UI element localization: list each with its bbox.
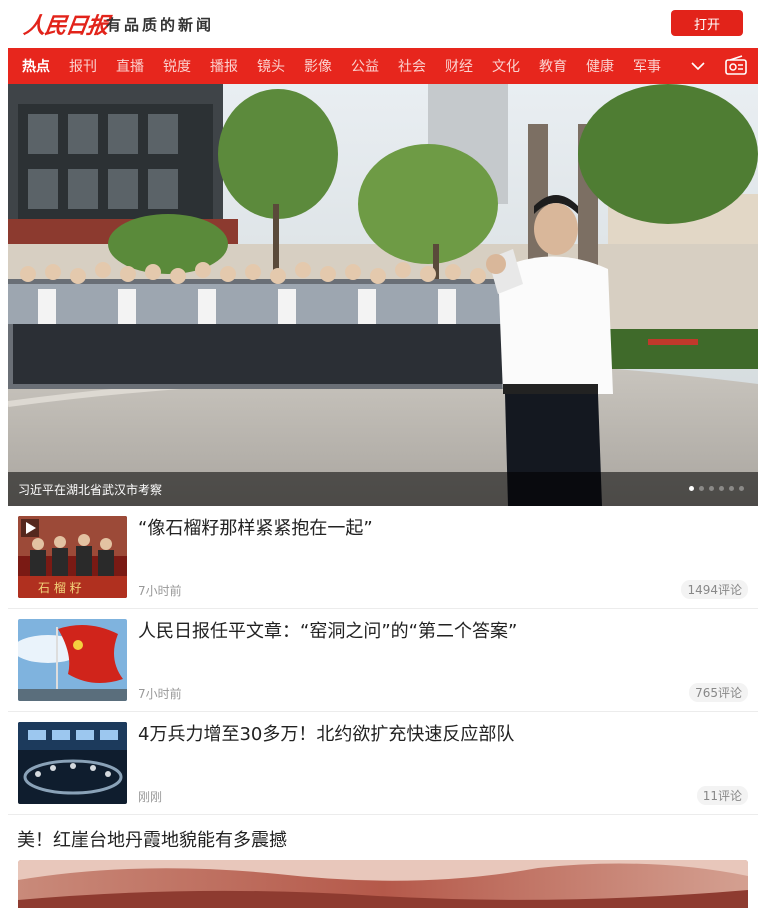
tab-hot[interactable]: 热点 (22, 56, 50, 76)
news-time: 7小时前 (138, 687, 182, 701)
tab-military[interactable]: 军事 (633, 56, 661, 76)
carousel-dot[interactable] (729, 486, 734, 491)
tab-sharp[interactable]: 锐度 (163, 56, 191, 76)
hero-caption: 习近平在湖北省武汉市考察 (18, 483, 163, 497)
carousel-dot[interactable] (699, 486, 704, 491)
comment-count[interactable]: 1494评论 (681, 580, 748, 599)
tab-finance[interactable]: 财经 (445, 56, 473, 76)
news-time: 刚刚 (138, 790, 163, 804)
carousel-dot[interactable] (719, 486, 724, 491)
chevron-down-icon[interactable] (688, 56, 708, 76)
radio-icon[interactable] (724, 55, 748, 77)
carousel-dot[interactable] (739, 486, 744, 491)
news-item[interactable]: 石 榴 籽 “像石榴籽那样紧紧抱在一起” 7小时前 1494评论 (8, 506, 758, 609)
featured-title[interactable]: 美！红崖台地丹霞地貌能有多震撼 (17, 826, 287, 852)
news-item[interactable]: 4万兵力增至30多万！北约欲扩充快速反应部队 刚刚 11评论 (8, 712, 758, 815)
channel-nav: 热点 报刊 直播 锐度 播报 镜头 影像 公益 社会 财经 文化 教育 健康 军… (8, 48, 758, 84)
tab-newspaper[interactable]: 报刊 (69, 56, 97, 76)
app-logo[interactable]: 人民日报 (21, 9, 110, 39)
comment-count[interactable]: 765评论 (689, 683, 748, 702)
tab-broadcast[interactable]: 播报 (210, 56, 238, 76)
top-header: 人民日报 有品质的新闻 打开 (0, 0, 768, 48)
hero-caption-bar: 习近平在湖北省武汉市考察 (8, 472, 758, 506)
tab-image[interactable]: 影像 (304, 56, 332, 76)
tab-lens[interactable]: 镜头 (257, 56, 285, 76)
tab-education[interactable]: 教育 (539, 56, 567, 76)
news-title[interactable]: “像石榴籽那样紧紧抱在一起” (138, 516, 373, 542)
carousel-dots (689, 486, 744, 491)
tab-culture[interactable]: 文化 (492, 56, 520, 76)
logo-text: 人民日报 (21, 13, 110, 39)
tab-society[interactable]: 社会 (398, 56, 426, 76)
hero-carousel[interactable]: 习近平在湖北省武汉市考察 (8, 84, 758, 506)
news-title[interactable]: 人民日报任平文章：“窑洞之问”的“第二个答案” (138, 619, 517, 645)
channel-tabs: 热点 报刊 直播 锐度 播报 镜头 影像 公益 社会 财经 文化 教育 健康 军… (8, 48, 676, 84)
featured-image[interactable] (18, 860, 748, 908)
news-thumbnail (18, 619, 127, 701)
hero-photo (8, 84, 758, 506)
svg-text:石 榴 籽: 石 榴 籽 (38, 581, 82, 595)
tab-live[interactable]: 直播 (116, 56, 144, 76)
news-time: 7小时前 (138, 584, 182, 598)
carousel-dot[interactable] (709, 486, 714, 491)
open-app-button[interactable]: 打开 (671, 10, 743, 36)
comment-count[interactable]: 11评论 (696, 786, 748, 805)
slogan: 有品质的新闻 (106, 16, 215, 34)
carousel-dot[interactable] (689, 486, 694, 491)
news-thumbnail: 石 榴 籽 (18, 516, 127, 598)
news-title[interactable]: 4万兵力增至30多万！北约欲扩充快速反应部队 (138, 722, 514, 748)
play-icon (21, 519, 39, 537)
news-item[interactable]: 人民日报任平文章：“窑洞之问”的“第二个答案” 7小时前 765评论 (8, 609, 758, 712)
tab-health[interactable]: 健康 (586, 56, 614, 76)
news-thumbnail (18, 722, 127, 804)
tab-charity[interactable]: 公益 (351, 56, 379, 76)
